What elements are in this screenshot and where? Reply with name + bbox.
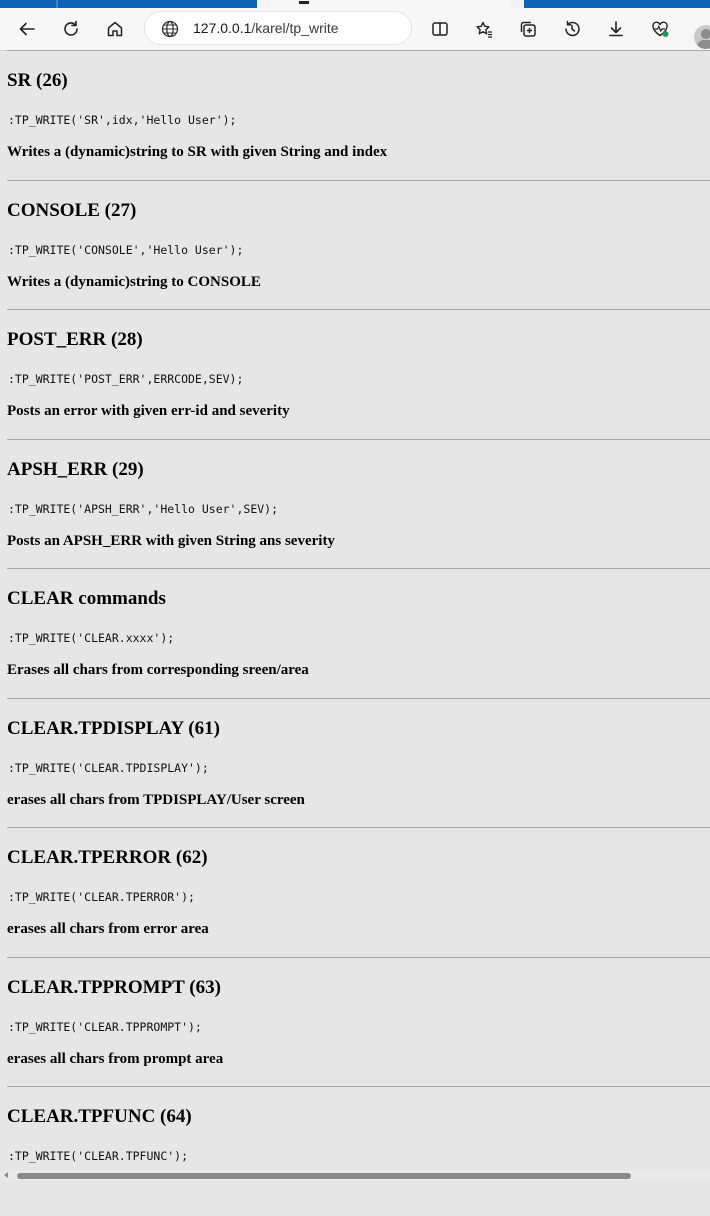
- command-code: :TP_WRITE('POST_ERR',ERRCODE,SEV);: [8, 372, 244, 386]
- favorites-button[interactable]: [467, 12, 501, 46]
- command-title: CLEAR.TPDISPLAY (61): [7, 717, 220, 739]
- command-description: Writes a (dynamic)string to SR with give…: [7, 144, 388, 160]
- command-code: :TP_WRITE('CONSOLE','Hello User');: [8, 242, 244, 257]
- command-title: CONSOLE (27): [7, 199, 137, 221]
- scroll-left-arrow-icon[interactable]: [4, 1172, 8, 1178]
- command-description: erases all chars from TPDISPLAY/User scr…: [7, 791, 305, 808]
- refresh-icon: [64, 20, 78, 36]
- tab-strip: [0, 0, 710, 8]
- globe-icon[interactable]: [160, 19, 180, 39]
- url-path: /karel/tp_write: [251, 20, 339, 36]
- command-title: CLEAR.TPFUNC (64): [7, 1106, 192, 1127]
- command-description: Posts an error with given err-id and sev…: [7, 403, 290, 419]
- command-title: CLEAR.TPERROR (62): [7, 847, 208, 868]
- command-description: erases all chars from prompt area: [7, 1050, 224, 1067]
- command-code: :TP_WRITE('APSH_ERR','Hello User',SEV);: [8, 501, 279, 516]
- home-icon: [107, 21, 123, 37]
- command-entry: SR (26) :TP_WRITE('SR',idx,'Hello User')…: [7, 50, 710, 180]
- tab-active[interactable]: [271, 0, 509, 8]
- command-entry: CLEAR.TPERROR (62) :TP_WRITE('CLEAR.TPER…: [7, 827, 710, 957]
- favorites-star-icon: [476, 21, 492, 38]
- command-description: erases all chars from error area: [7, 921, 209, 937]
- command-code: :TP_WRITE('CLEAR.TPFUNC');: [8, 1149, 189, 1163]
- downloads-button[interactable]: [599, 12, 633, 46]
- command-code: :TP_WRITE('SR',idx,'Hello User');: [8, 113, 237, 127]
- avatar-shoulders: [697, 40, 710, 49]
- tab-active-indicator: [299, 1, 309, 4]
- url-text[interactable]: 127.0.0.1/karel/tp_write: [193, 20, 339, 36]
- tab-background-right[interactable]: [524, 0, 710, 8]
- split-screen-button[interactable]: [423, 12, 457, 46]
- command-code: :TP_WRITE('CLEAR.TPDISPLAY');: [8, 760, 209, 775]
- command-entry: CONSOLE (27) :TP_WRITE('CONSOLE','Hello …: [7, 179, 710, 310]
- command-title: APSH_ERR (29): [7, 458, 144, 480]
- profile-avatar-icon[interactable]: [694, 25, 710, 49]
- browser-toolbar: 127.0.0.1/karel/tp_write: [0, 8, 710, 51]
- tab-background-left[interactable]: [0, 0, 257, 8]
- command-entry: CLEAR.TPFUNC (64) :TP_WRITE('CLEAR.TPFUN…: [7, 1086, 710, 1216]
- download-icon: [609, 21, 623, 37]
- command-description: Erases all chars from corresponding sree…: [7, 662, 309, 678]
- home-button[interactable]: [98, 12, 132, 46]
- command-title: POST_ERR (28): [7, 329, 143, 350]
- command-code: :TP_WRITE('CLEAR.TPERROR');: [8, 890, 195, 904]
- command-entry: CLEAR.TPDISPLAY (61) :TP_WRITE('CLEAR.TP…: [7, 697, 710, 828]
- refresh-button[interactable]: [54, 12, 88, 46]
- command-code: :TP_WRITE('CLEAR.TPPROMPT');: [8, 1019, 202, 1034]
- split-screen-icon: [432, 22, 448, 36]
- command-description: Writes a (dynamic)string to CONSOLE: [7, 273, 261, 290]
- command-title: CLEAR.TPPROMPT (63): [7, 976, 221, 998]
- command-entry: CLEAR commands :TP_WRITE('CLEAR.xxxx'); …: [7, 568, 710, 698]
- avatar-head: [701, 29, 710, 39]
- back-button[interactable]: [10, 12, 44, 46]
- history-button[interactable]: [555, 12, 589, 46]
- heartbeat-icon: [652, 21, 669, 37]
- command-title: SR (26): [7, 70, 68, 91]
- command-description: Posts an APSH_ERR with given String ans …: [7, 532, 335, 549]
- tab-separator: [56, 0, 58, 8]
- command-entry: POST_ERR (28) :TP_WRITE('POST_ERR',ERRCO…: [7, 309, 710, 439]
- command-title: CLEAR commands: [7, 588, 166, 609]
- collections-icon: [520, 21, 536, 37]
- command-code: :TP_WRITE('CLEAR.xxxx');: [8, 631, 175, 645]
- scrollbar-thumb[interactable]: [17, 1173, 631, 1179]
- address-bar[interactable]: 127.0.0.1/karel/tp_write: [144, 11, 412, 45]
- command-entry: APSH_ERR (29) :TP_WRITE('APSH_ERR','Hell…: [7, 438, 710, 569]
- back-arrow-icon: [19, 22, 35, 36]
- horizontal-scrollbar[interactable]: [0, 1170, 710, 1180]
- page-content: SR (26) :TP_WRITE('SR',idx,'Hello User')…: [7, 50, 710, 1216]
- history-icon: [565, 20, 580, 37]
- url-host: 127.0.0.1: [193, 20, 252, 36]
- collections-button[interactable]: [511, 12, 545, 46]
- command-entry: CLEAR.TPPROMPT (63) :TP_WRITE('CLEAR.TPP…: [7, 956, 710, 1087]
- browser-essentials-button[interactable]: [643, 12, 677, 46]
